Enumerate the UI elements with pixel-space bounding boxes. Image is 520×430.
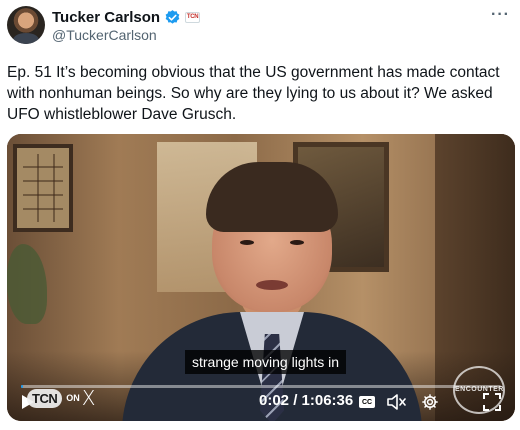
video-wall-frame	[13, 144, 73, 232]
tcn-logo: TCN ON X	[27, 385, 95, 411]
author-handle[interactable]: @TuckerCarlson	[52, 27, 157, 43]
video-progress-fill	[21, 385, 24, 388]
video-speaker	[122, 162, 422, 421]
tcn-logo-x: X	[81, 386, 96, 410]
video-time: 0:02 / 1:06:36	[259, 392, 354, 409]
volume-muted-icon[interactable]	[385, 391, 407, 413]
avatar[interactable]	[7, 6, 45, 44]
gear-icon[interactable]	[419, 391, 441, 413]
author-name-row: Tucker Carlson TCN	[52, 8, 201, 26]
video-player[interactable]: strange moving lights in ENCOUNTER TCN O…	[7, 134, 515, 421]
affiliate-badge[interactable]: TCN	[185, 11, 201, 23]
tweet-text: Ep. 51 It’s becoming obvious that the US…	[7, 64, 500, 123]
author-display-name[interactable]: Tucker Carlson	[52, 9, 160, 26]
captions-icon[interactable]: CC	[356, 391, 378, 413]
more-dots-icon[interactable]: ···	[491, 6, 510, 24]
video-caption: strange moving lights in	[185, 350, 347, 374]
tcn-logo-text: TCN	[27, 388, 63, 408]
tcn-logo-on: ON	[66, 393, 80, 403]
verified-badge-icon	[164, 9, 181, 26]
fullscreen-icon[interactable]	[481, 391, 503, 413]
